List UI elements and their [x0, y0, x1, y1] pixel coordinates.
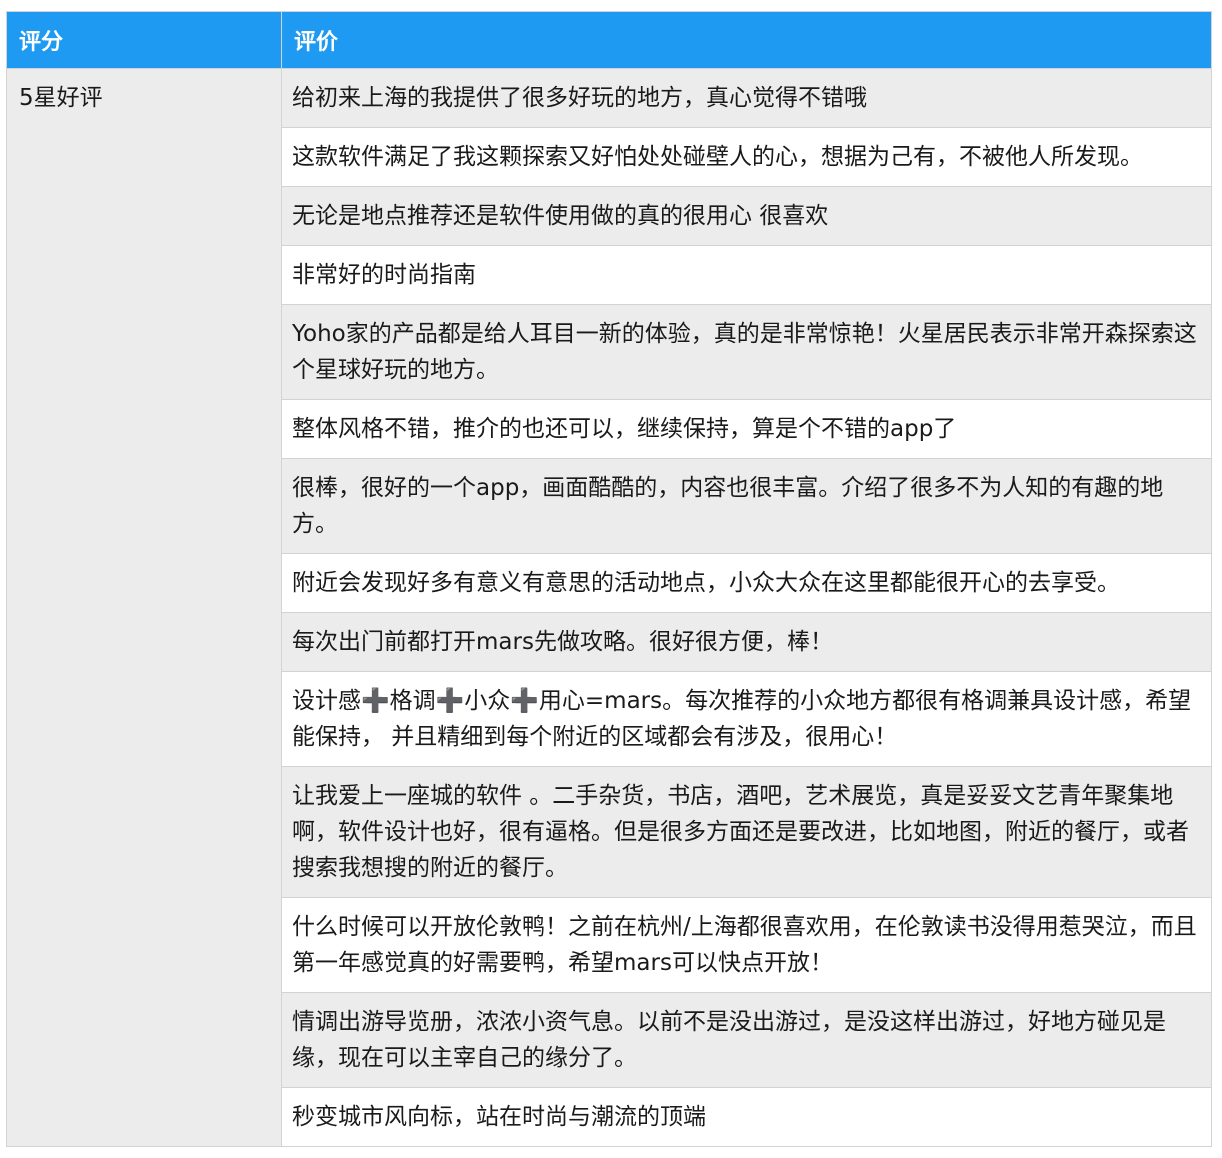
review-cell: 什么时候可以开放伦敦鸭！之前在杭州/上海都很喜欢用，在伦敦读书没得用惹哭泣，而且… [281, 897, 1212, 993]
table-body: 5星好评 给初来上海的我提供了很多好玩的地方，真心觉得不错哦 这款软件满足了我这… [6, 68, 1212, 1147]
table-header-row: 评分 评价 [6, 11, 1212, 69]
review-cell: 整体风格不错，推介的也还可以，继续保持，算是个不错的app了 [281, 399, 1212, 459]
table-row: 5星好评 给初来上海的我提供了很多好玩的地方，真心觉得不错哦 [6, 68, 1212, 1147]
review-cell: 让我爱上一座城的软件 。二手杂货，书店，酒吧，艺术展览，真是妥妥文艺青年聚集地啊… [281, 766, 1212, 898]
review-cell: 附近会发现好多有意义有意思的活动地点，小众大众在这里都能很开心的去享受。 [281, 553, 1212, 613]
review-cell: Yoho家的产品都是给人耳目一新的体验，真的是非常惊艳！火星居民表示非常开森探索… [281, 304, 1212, 400]
reviews-table-container: 评分 评价 5星好评 给初来上海的我提供了很多好玩的地方，真心觉得不错哦 这款软… [6, 11, 1212, 1147]
review-cell: 很棒，很好的一个app，画面酷酷的，内容也很丰富。介绍了很多不为人知的有趣的地方… [281, 458, 1212, 554]
rating-cell: 5星好评 [6, 68, 282, 1147]
review-cell: 无论是地点推荐还是软件使用做的真的很用心 很喜欢 [281, 186, 1212, 246]
review-cell: 这款软件满足了我这颗探索又好怕处处碰壁人的心，想据为己有，不被他人所发现。 [281, 127, 1212, 187]
header-score: 评分 [6, 11, 282, 69]
reviews-table: 评分 评价 5星好评 给初来上海的我提供了很多好玩的地方，真心觉得不错哦 这款软… [6, 11, 1212, 1147]
review-cell: 非常好的时尚指南 [281, 245, 1212, 305]
review-cell: 秒变城市风向标，站在时尚与潮流的顶端 [281, 1087, 1212, 1147]
header-review: 评价 [281, 11, 1212, 69]
review-cell: 设计感➕格调➕小众➕用心=mars。每次推荐的小众地方都很有格调兼具设计感，希望… [281, 671, 1212, 767]
review-cell: 给初来上海的我提供了很多好玩的地方，真心觉得不错哦 [281, 68, 1212, 128]
review-cell: 每次出门前都打开mars先做攻略。很好很方便，棒！ [281, 612, 1212, 672]
review-cell: 情调出游导览册，浓浓小资气息。以前不是没出游过，是没这样出游过，好地方碰见是缘，… [281, 992, 1212, 1088]
